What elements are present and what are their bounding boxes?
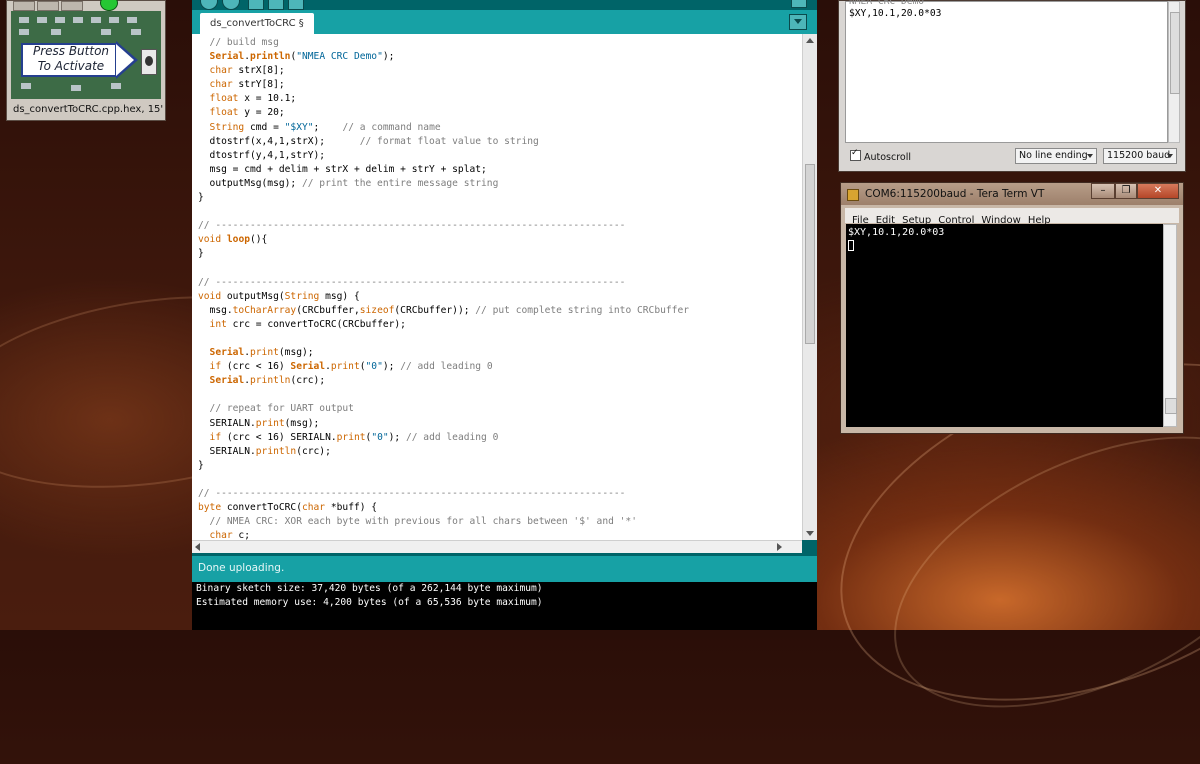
console-line: Binary sketch size: 37,420 bytes (of a 2… [196, 583, 543, 594]
teraterm-window: COM6:115200baud - Tera Term VT – ❐ ✕ Fil… [840, 182, 1184, 434]
push-button[interactable] [141, 49, 157, 75]
code-editor[interactable]: // build msg Serial.println("NMEA CRC De… [192, 34, 802, 540]
scroll-right-icon[interactable] [777, 543, 782, 551]
serial-line: NMEA CRC Demo [849, 0, 925, 7]
code-line[interactable]: SERIALN.println(crc); [198, 445, 802, 459]
chevron-down-icon [1167, 154, 1173, 158]
terminal-line: $XY,10.1,20.0*03 [848, 227, 945, 238]
window-title: COM6:115200baud - Tera Term VT [865, 188, 1045, 200]
scroll-down-icon[interactable] [806, 531, 814, 536]
teraterm-icon [847, 189, 859, 201]
code-line[interactable]: // -------------------------------------… [198, 487, 802, 501]
code-line[interactable]: msg.toCharArray(CRCbuffer,sizeof(CRCbuff… [198, 304, 802, 318]
sim-tool-button[interactable] [37, 1, 59, 11]
minimize-button[interactable]: – [1091, 183, 1115, 199]
code-line[interactable]: outputMsg(msg); // print the entire mess… [198, 177, 802, 191]
code-line[interactable]: dtostrf(y,4,1,strY); [198, 149, 802, 163]
code-line[interactable]: Serial.println("NMEA CRC Demo"); [198, 50, 802, 64]
arduino-ide-window: ds_convertToCRC § // build msg Serial.pr… [192, 0, 817, 630]
code-line[interactable]: dtostrf(x,4,1,strX); // format float val… [198, 135, 802, 149]
console-output: Binary sketch size: 37,420 bytes (of a 2… [192, 582, 817, 630]
code-line[interactable] [198, 388, 802, 402]
code-line[interactable]: String cmd = "$XY"; // a command name [198, 121, 802, 135]
status-text: Done uploading. [198, 562, 285, 574]
code-line[interactable]: } [198, 191, 802, 205]
tab-bar: ds_convertToCRC § [192, 10, 817, 34]
code-line[interactable]: } [198, 247, 802, 261]
code-line[interactable]: void outputMsg(String msg) { [198, 290, 802, 304]
simulator-window: Press Button To Activate ds_convertToCRC… [6, 0, 166, 121]
cursor-icon [848, 240, 854, 251]
code-line[interactable]: msg = cmd + delim + strX + delim + strY … [198, 163, 802, 177]
teraterm-menubar: File Edit Setup Control Window Help [845, 208, 1179, 226]
code-line[interactable]: Serial.print(msg); [198, 346, 802, 360]
sim-file-label: ds_convertToCRC.cpp.hex, 15' [13, 104, 164, 115]
code-line[interactable]: if (crc < 16) Serial.print("0"); // add … [198, 360, 802, 374]
line-ending-select[interactable]: No line ending [1015, 148, 1097, 164]
code-line[interactable]: // build msg [198, 36, 802, 50]
sim-tool-button[interactable] [13, 1, 35, 11]
scroll-left-icon[interactable] [195, 543, 200, 551]
code-line[interactable]: float y = 20; [198, 106, 802, 120]
line-ending-value: No line ending [1019, 150, 1088, 161]
code-line[interactable]: // -------------------------------------… [198, 219, 802, 233]
baud-value: 115200 baud [1107, 150, 1171, 161]
status-bar: Done uploading. [192, 556, 817, 582]
sim-tool-button[interactable] [61, 1, 83, 11]
code-text[interactable]: // build msg Serial.println("NMEA CRC De… [192, 34, 802, 540]
upload-button[interactable] [222, 0, 240, 10]
serial-monitor-button[interactable] [791, 0, 807, 8]
terminal-screen[interactable]: $XY,10.1,20.0*03 [846, 224, 1163, 427]
verify-button[interactable] [200, 0, 218, 10]
editor-horizontal-scrollbar[interactable] [192, 540, 802, 553]
editor-vertical-scrollbar[interactable] [802, 34, 817, 540]
serial-line: $XY,10.1,20.0*03 [849, 8, 942, 19]
scroll-up-icon[interactable] [806, 38, 814, 43]
tab-sketch[interactable]: ds_convertToCRC § [200, 13, 314, 34]
code-line[interactable] [198, 332, 802, 346]
tab-menu-icon[interactable] [789, 14, 807, 30]
simulator-toolbar [7, 1, 167, 11]
code-line[interactable]: } [198, 459, 802, 473]
save-button[interactable] [288, 0, 304, 10]
code-line[interactable]: void loop(){ [198, 233, 802, 247]
serial-scrollbar[interactable] [1168, 1, 1180, 143]
code-line[interactable]: char c; [198, 529, 802, 540]
ide-toolbar [192, 0, 817, 10]
chevron-down-icon [1087, 154, 1093, 158]
code-line[interactable]: Serial.println(crc); [198, 374, 802, 388]
teraterm-titlebar[interactable]: COM6:115200baud - Tera Term VT – ❐ ✕ [841, 183, 1183, 205]
baud-select[interactable]: 115200 baud [1103, 148, 1177, 164]
code-line[interactable] [198, 473, 802, 487]
code-line[interactable]: SERIALN.print(msg); [198, 417, 802, 431]
autoscroll-label: Autoscroll [864, 152, 912, 163]
maximize-button[interactable]: ❐ [1115, 183, 1137, 199]
code-line[interactable]: byte convertToCRC(char *buff) { [198, 501, 802, 515]
code-line[interactable]: int crc = convertToCRC(CRCbuffer); [198, 318, 802, 332]
scroll-thumb[interactable] [805, 164, 815, 344]
close-button[interactable]: ✕ [1137, 183, 1179, 199]
terminal-scrollbar[interactable] [1163, 224, 1177, 427]
callout-text: Press Button To Activate [32, 44, 110, 73]
autoscroll-checkbox[interactable]: Autoscroll [850, 148, 912, 163]
code-line[interactable]: if (crc < 16) SERIALN.print("0"); // add… [198, 431, 802, 445]
checkbox-icon[interactable] [850, 148, 861, 161]
serial-monitor-window: NMEA CRC Demo $XY,10.1,20.0*03 Autoscrol… [838, 0, 1186, 172]
serial-output[interactable]: NMEA CRC Demo $XY,10.1,20.0*03 [845, 0, 1168, 143]
code-line[interactable]: char strY[8]; [198, 78, 802, 92]
code-line[interactable] [198, 205, 802, 219]
press-button-callout: Press Button To Activate [21, 41, 139, 79]
code-line[interactable]: float x = 10.1; [198, 92, 802, 106]
open-button[interactable] [268, 0, 284, 10]
console-line: Estimated memory use: 4,200 bytes (of a … [196, 597, 543, 608]
code-line[interactable]: char strX[8]; [198, 64, 802, 78]
code-line[interactable] [198, 262, 802, 276]
code-line[interactable]: // repeat for UART output [198, 402, 802, 416]
new-button[interactable] [248, 0, 264, 10]
code-line[interactable]: // NMEA CRC: XOR each byte with previous… [198, 515, 802, 529]
code-line[interactable]: // -------------------------------------… [198, 276, 802, 290]
